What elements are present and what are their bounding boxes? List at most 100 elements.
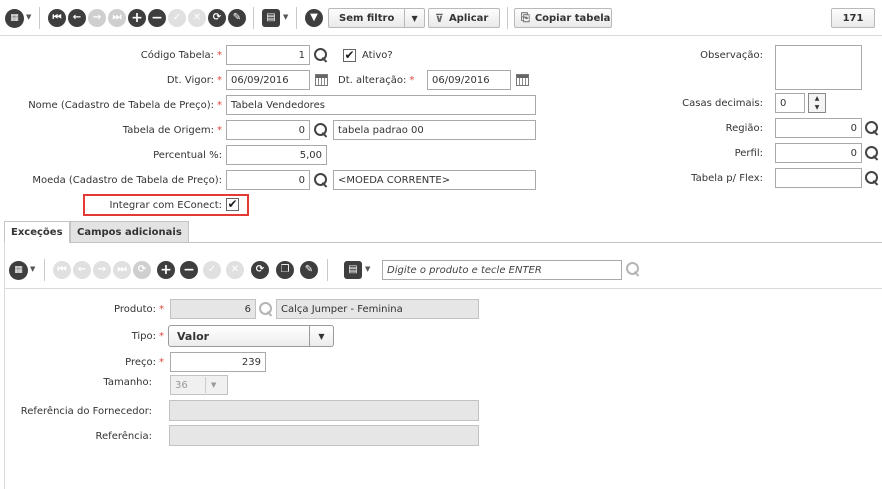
codigo-label: Código Tabela: * [140, 50, 222, 61]
toolbar-divider [327, 259, 328, 281]
tipo-value: Valor [177, 329, 210, 343]
chevron-down-icon: ▼ [309, 326, 333, 346]
ativo-checkbox[interactable]: ✔ [343, 49, 356, 62]
tamanho-value: 36 [175, 379, 188, 391]
search-icon[interactable] [313, 172, 329, 188]
perfil-input[interactable]: 0 [775, 143, 862, 163]
codigo-input[interactable]: 1 [226, 45, 310, 65]
moeda-code-input[interactable]: 0 [226, 170, 310, 190]
next-record-icon: → [88, 9, 106, 27]
toolbar-divider [44, 259, 45, 281]
moeda-desc-input[interactable]: <MOEDA CORRENTE> [333, 170, 536, 190]
add-icon[interactable]: + [157, 261, 175, 279]
cancel-icon: ✕ [188, 9, 206, 27]
remove-icon[interactable]: − [180, 261, 198, 279]
referencia-input [169, 425, 479, 446]
observacao-textarea[interactable] [775, 45, 862, 90]
remove-icon[interactable]: − [148, 9, 166, 27]
toolbar-divider [253, 7, 254, 29]
funnel-icon: ⊽ [435, 11, 444, 25]
search-icon[interactable] [864, 120, 880, 136]
origem-desc-input[interactable]: tabela padrao 00 [333, 120, 536, 140]
produto-desc-input: Calça Jumper - Feminina [276, 299, 479, 319]
observacao-label: Observação: [700, 50, 763, 61]
casas-stepper[interactable]: ▲ ▼ [808, 93, 826, 113]
next-record-icon: → [93, 261, 111, 279]
refresh-icon[interactable]: ⟳ [208, 9, 226, 27]
tab-excecoes-label: Exceções [11, 227, 63, 238]
casas-input[interactable]: 0 [775, 93, 805, 113]
percentual-input[interactable]: 5,00 [226, 145, 327, 165]
percentual-label: Percentual %: [153, 150, 222, 161]
regiao-input[interactable]: 0 [775, 118, 862, 138]
refresh-icon: ⟳ [133, 261, 151, 279]
dt-vigor-label: Dt. Vigor: * [166, 75, 222, 86]
chevron-down-icon: ▼ [404, 9, 424, 27]
apply-button[interactable]: ⊽ Aplicar [428, 8, 500, 28]
produto-label: Produto: * [114, 304, 164, 315]
tamanho-select: 36 ▼ [170, 375, 228, 395]
last-record-icon: ⏭ [108, 9, 126, 27]
apply-label: Aplicar [448, 12, 489, 24]
econect-label: Integrar com EConect: [109, 200, 222, 211]
econect-checkbox[interactable]: ✔ [226, 198, 239, 211]
calendar-icon[interactable] [315, 74, 328, 86]
confirm-icon: ✓ [203, 261, 221, 279]
toolbar-divider [39, 7, 40, 29]
sync-icon[interactable]: ⟳ [251, 261, 269, 279]
add-icon[interactable]: + [128, 9, 146, 27]
copy-label: Copiar tabela [534, 12, 611, 24]
attach-icon[interactable]: ✎ [228, 9, 246, 27]
tamanho-label: Tamanho: [103, 377, 152, 388]
dt-alteracao-input[interactable]: 06/09/2016 [427, 70, 511, 90]
toolbar-divider [507, 7, 508, 29]
ref-fornecedor-label: Referência do Fornecedor: [20, 406, 152, 417]
preco-label: Preço: * [125, 357, 164, 368]
preco-input[interactable]: 239 [170, 352, 266, 372]
attach-icon[interactable]: ✎ [300, 261, 318, 279]
chevron-down-icon[interactable]: ▼ [365, 265, 370, 273]
grid-menu-icon[interactable]: ▦ [9, 261, 28, 280]
previous-record-icon: ← [73, 261, 91, 279]
last-record-icon: ⏭ [113, 261, 131, 279]
chevron-down-icon[interactable]: ▼ [283, 13, 288, 21]
first-record-icon: ⏮ [53, 261, 71, 279]
confirm-icon: ✓ [168, 9, 186, 27]
nome-input[interactable]: Tabela Vendedores [226, 95, 536, 115]
flex-label: Tabela p/ Flex: [691, 173, 763, 184]
document-icon[interactable]: ▤ [344, 261, 362, 279]
flex-input[interactable] [775, 168, 862, 188]
previous-record-icon[interactable]: ← [68, 9, 86, 27]
tab-excecoes[interactable]: Exceções [4, 221, 70, 243]
first-record-icon[interactable]: ⏮ [48, 9, 66, 27]
cancel-icon: ✕ [226, 261, 244, 279]
search-icon[interactable] [625, 261, 641, 277]
filter-icon[interactable]: ▼ [305, 9, 323, 27]
calendar-icon[interactable] [516, 74, 529, 86]
chevron-down-icon[interactable]: ▼ [30, 265, 35, 273]
search-icon [258, 301, 274, 317]
product-search-input[interactable]: Digite o produto e tecle ENTER [382, 260, 622, 280]
regiao-label: Região: [725, 123, 763, 134]
search-icon[interactable] [313, 47, 329, 63]
bottom-panel-border [4, 242, 5, 489]
filter-select[interactable]: Sem filtro ▼ [328, 8, 425, 28]
chevron-down-icon[interactable]: ▼ [26, 13, 31, 21]
search-icon[interactable] [313, 122, 329, 138]
tab-campos-adicionais[interactable]: Campos adicionais [70, 221, 189, 242]
search-icon[interactable] [864, 170, 880, 186]
tipo-select[interactable]: Valor ▼ [168, 325, 334, 347]
grid-menu-icon[interactable]: ▦ [5, 9, 24, 28]
dt-vigor-input[interactable]: 06/09/2016 [226, 70, 310, 90]
chevron-down-icon: ▼ [205, 377, 216, 393]
ref-fornecedor-input [169, 400, 479, 421]
document-icon[interactable]: ▤ [262, 9, 280, 27]
search-icon[interactable] [864, 145, 880, 161]
referencia-label: Referência: [95, 431, 152, 442]
origem-code-input[interactable]: 0 [226, 120, 310, 140]
copy-table-button[interactable]: ⎘ Copiar tabela [514, 8, 612, 28]
tab-campos-adicionais-label: Campos adicionais [77, 226, 182, 238]
sub-toolbar-border [4, 288, 882, 289]
copy-icon[interactable]: ❐ [276, 261, 294, 279]
dt-alteracao-label: Dt. alteração: * [338, 75, 415, 86]
